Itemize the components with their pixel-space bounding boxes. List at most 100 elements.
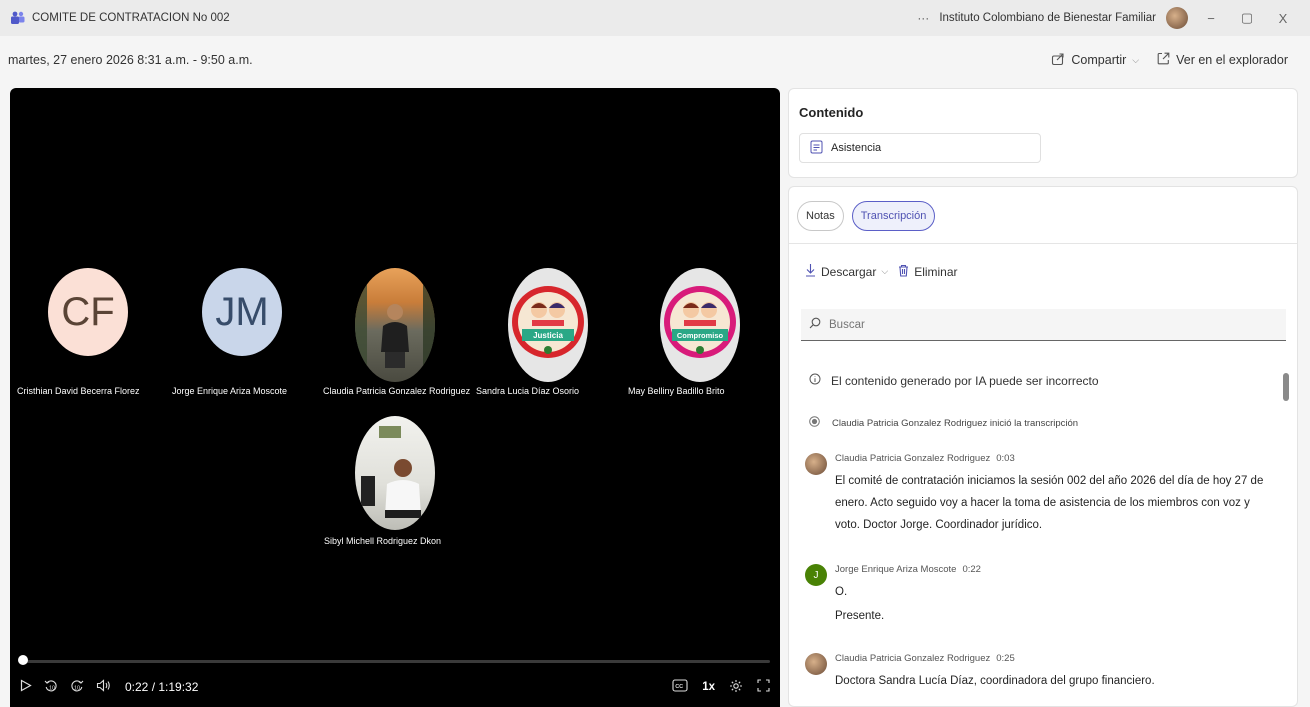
delete-button[interactable]: Eliminar xyxy=(898,264,958,280)
timestamp-link[interactable]: 0:22 xyxy=(962,564,981,575)
meeting-info-bar: martes, 27 enero 2026 8:31 a.m. - 9:50 a… xyxy=(0,36,1310,84)
more-options-button[interactable]: ··· xyxy=(917,11,929,25)
trash-icon xyxy=(898,264,909,280)
open-in-browser-button[interactable]: Ver en el explorador xyxy=(1157,52,1288,68)
download-button[interactable]: Descargar ⌵ xyxy=(805,263,888,280)
speaker-name: Claudia Patricia Gonzalez Rodriguez xyxy=(835,453,991,464)
playback-time: 0:22 / 1:19:32 xyxy=(125,680,199,694)
participant-avatar: CF xyxy=(48,268,128,356)
speaker-avatar xyxy=(805,653,827,675)
delete-label: Eliminar xyxy=(914,264,958,279)
entry-meta: Claudia Patricia Gonzalez Rodriguez 0:03 xyxy=(835,453,1275,464)
play-button[interactable] xyxy=(20,679,32,695)
participant-initials: JM xyxy=(215,289,269,334)
speaker-name: Jorge Enrique Ariza Moscote xyxy=(835,564,957,575)
entry-meta: Claudia Patricia Gonzalez Rodriguez 0:25 xyxy=(835,653,1275,664)
attendance-file[interactable]: Asistencia xyxy=(799,133,1041,163)
participant-name: Sandra Lucia Díaz Osorio xyxy=(476,386,580,396)
progress-bar[interactable] xyxy=(22,660,770,663)
participant-tile xyxy=(355,416,435,530)
timestamp-link[interactable]: 0:03 xyxy=(996,453,1015,464)
participant-name: Claudia Patricia Gonzalez Rodriguez xyxy=(323,386,471,396)
open-in-browser-label: Ver en el explorador xyxy=(1176,53,1288,67)
minimize-button[interactable]: − xyxy=(1198,11,1224,26)
participant-name: May Belliny Badillo Brito xyxy=(628,386,725,396)
participant-badge: Justicia xyxy=(508,268,588,382)
skip-forward-button[interactable]: 10 xyxy=(70,679,84,696)
chevron-down-icon: ⌵ xyxy=(1132,54,1140,65)
captions-button[interactable]: CC xyxy=(672,679,688,695)
teams-icon xyxy=(10,10,26,26)
record-icon xyxy=(809,416,820,430)
speaker-avatar: J xyxy=(805,564,827,586)
timestamp-link[interactable]: 0:25 xyxy=(996,653,1015,664)
organization-name: Instituto Colombiano de Bienestar Famili… xyxy=(939,12,1156,24)
skip-back-button[interactable]: 10 xyxy=(44,679,58,696)
participant-tile: CF xyxy=(48,268,128,356)
info-icon xyxy=(809,373,821,388)
user-avatar[interactable] xyxy=(1166,7,1188,29)
play-icon xyxy=(20,679,32,695)
volume-icon xyxy=(96,679,111,695)
panel-tabs: Notas Transcripción xyxy=(797,201,936,231)
restore-button[interactable]: ▢ xyxy=(1234,10,1260,26)
search-icon xyxy=(809,317,821,332)
transcript-toolbar: Descargar ⌵ Eliminar xyxy=(805,263,958,280)
chevron-down-icon: ⌵ xyxy=(881,266,889,276)
captions-icon: CC xyxy=(672,679,688,695)
svg-text:Compromiso: Compromiso xyxy=(677,331,724,340)
video-player[interactable]: CF Cristhian David Becerra Florez JM Jor… xyxy=(10,88,780,707)
participant-name: Sibyl Michell Rodriguez Dkon xyxy=(324,536,442,546)
player-controls: 10 10 0:22 / 1:19:32 CC 1x xyxy=(20,675,770,699)
download-label: Descargar xyxy=(821,264,877,279)
participant-tile: JM xyxy=(202,268,282,356)
meeting-date: martes, 27 enero 2026 8:31 a.m. - 9:50 a… xyxy=(8,53,253,67)
entry-text: Presente. xyxy=(835,610,885,622)
share-icon xyxy=(1051,52,1065,69)
participant-name: Jorge Enrique Ariza Moscote xyxy=(172,386,288,396)
entry-text: Doctora Sandra Lucía Díaz, coordinadora … xyxy=(835,675,1155,687)
fullscreen-button[interactable] xyxy=(757,679,770,695)
content-heading: Contenido xyxy=(799,105,864,120)
external-link-icon xyxy=(1157,52,1170,68)
forward-10-icon: 10 xyxy=(70,679,84,696)
transcript-started: Claudia Patricia Gonzalez Rodriguez inic… xyxy=(809,416,1078,430)
search-input[interactable] xyxy=(829,318,1229,331)
tab-notes[interactable]: Notas xyxy=(797,201,844,231)
participant-tile xyxy=(355,268,435,382)
search-box[interactable] xyxy=(801,309,1286,341)
participant-tile: Compromiso xyxy=(660,268,740,382)
title-bar: COMITE DE CONTRATACION No 002 ··· Instit… xyxy=(0,0,1310,36)
volume-button[interactable] xyxy=(96,679,111,695)
participant-badge: Compromiso xyxy=(660,268,740,382)
svg-text:10: 10 xyxy=(74,685,80,691)
settings-button[interactable] xyxy=(729,679,743,696)
share-button[interactable]: Compartir ⌵ xyxy=(1051,52,1139,69)
divider xyxy=(789,243,1297,244)
window-title: COMITE DE CONTRATACION No 002 xyxy=(32,12,230,24)
ai-disclaimer-text: El contenido generado por IA puede ser i… xyxy=(831,373,1099,388)
close-button[interactable]: X xyxy=(1270,11,1296,26)
transcript-entry: J Jorge Enrique Ariza Moscote 0:22 O. Pre… xyxy=(805,564,1275,627)
attendance-label: Asistencia xyxy=(831,142,882,154)
transcript-started-text: Claudia Patricia Gonzalez Rodriguez inic… xyxy=(832,417,1079,429)
speaker-initial: J xyxy=(813,569,819,581)
svg-text:10: 10 xyxy=(49,685,55,691)
transcript-entry: Claudia Patricia Gonzalez Rodriguez 0:03 … xyxy=(805,453,1275,536)
entry-text: El comité de contratación iniciamos la s… xyxy=(835,475,1264,531)
fullscreen-icon xyxy=(757,679,770,695)
playback-speed-button[interactable]: 1x xyxy=(702,681,715,693)
participant-name: Cristhian David Becerra Florez xyxy=(17,386,140,396)
progress-handle[interactable] xyxy=(18,655,28,665)
download-icon xyxy=(805,263,816,280)
spreadsheet-icon xyxy=(810,140,823,157)
transcript-entry: Claudia Patricia Gonzalez Rodriguez 0:25 … xyxy=(805,653,1275,692)
tab-transcript[interactable]: Transcripción xyxy=(851,201,936,231)
share-label: Compartir xyxy=(1071,53,1127,67)
participant-photo xyxy=(355,268,435,382)
entry-meta: Jorge Enrique Ariza Moscote 0:22 xyxy=(835,564,1275,575)
gear-icon xyxy=(729,679,743,696)
ai-disclaimer: El contenido generado por IA puede ser i… xyxy=(809,373,1099,388)
transcript-scrollbar[interactable] xyxy=(1283,373,1289,401)
rewind-10-icon: 10 xyxy=(44,679,58,696)
